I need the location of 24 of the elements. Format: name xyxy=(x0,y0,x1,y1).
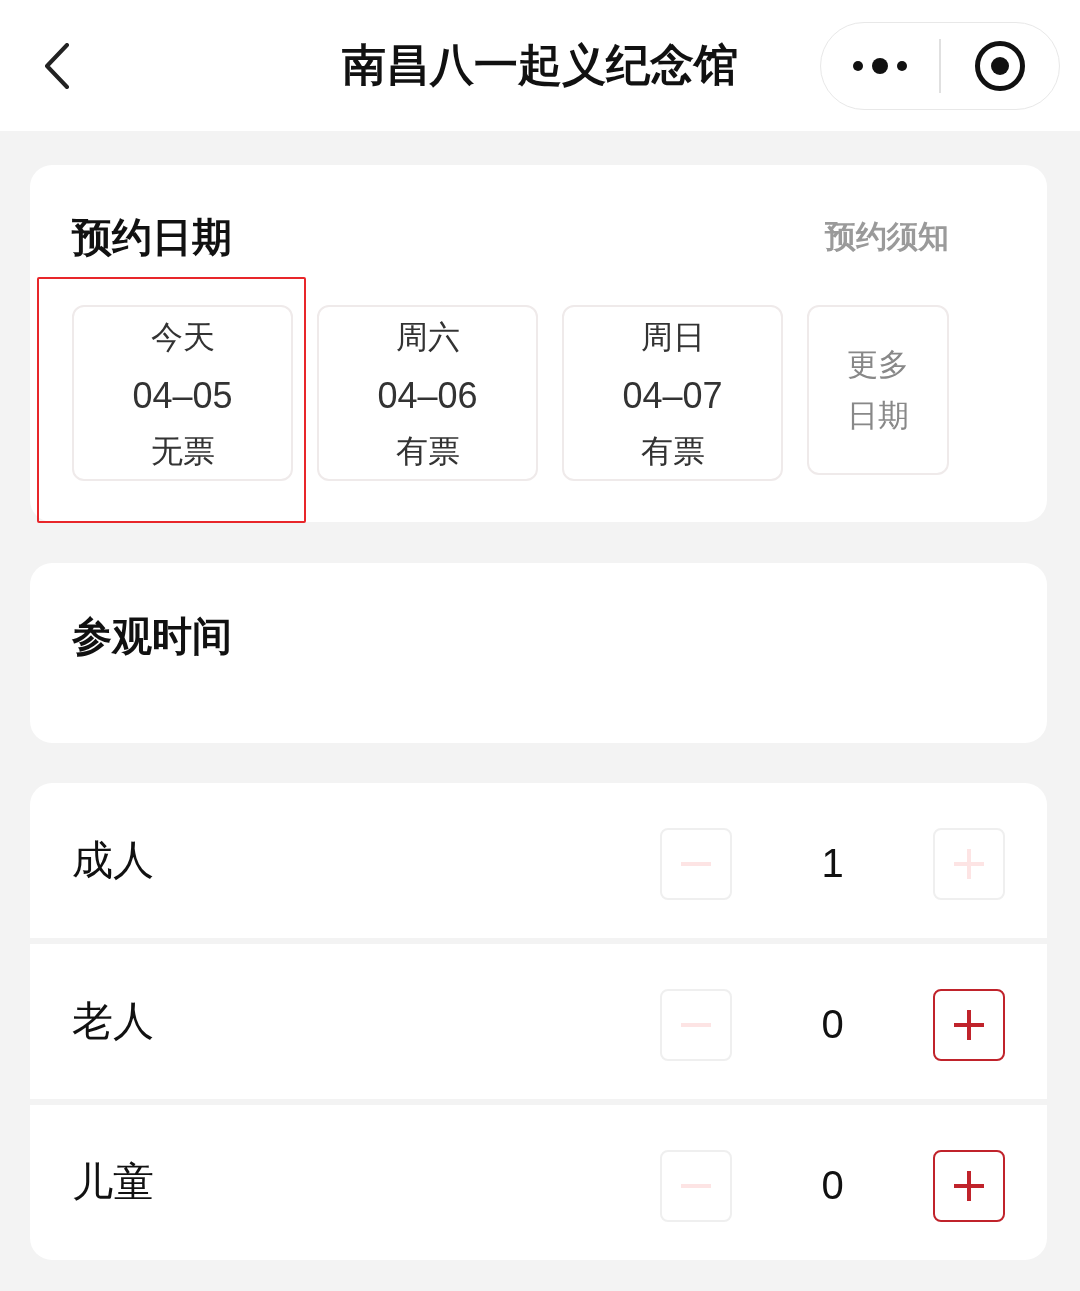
ticket-count: 1 xyxy=(820,841,845,886)
section-title: 预约日期 xyxy=(72,214,232,261)
plus-icon xyxy=(954,1170,984,1201)
ticket-count: 0 xyxy=(820,1002,845,1047)
minus-icon xyxy=(681,861,711,866)
section-title: 参观时间 xyxy=(72,614,232,658)
more-icon xyxy=(853,55,908,76)
minus-icon xyxy=(681,1022,711,1027)
date-option[interactable]: 周六 04–06 有票 xyxy=(317,305,538,481)
ticket-type-label: 成人 xyxy=(72,836,154,885)
plus-icon xyxy=(954,848,984,879)
target-icon xyxy=(973,39,1026,92)
plus-button[interactable] xyxy=(933,1149,1005,1222)
back-icon[interactable] xyxy=(44,42,70,89)
plus-icon xyxy=(954,1009,984,1040)
ticket-count: 0 xyxy=(820,1163,845,1208)
more-dates-button[interactable]: 更多日期 xyxy=(807,305,949,475)
ticket-type-label: 老人 xyxy=(72,997,154,1046)
date-option[interactable]: 周日 04–07 有票 xyxy=(562,305,783,481)
page-title: 南昌八一起义纪念馆 xyxy=(342,39,738,91)
plus-button[interactable] xyxy=(933,988,1005,1061)
date-option[interactable]: 今天 04–05 无票 xyxy=(72,305,293,481)
minus-icon xyxy=(681,1183,711,1188)
ticket-type-label: 儿童 xyxy=(72,1158,154,1207)
